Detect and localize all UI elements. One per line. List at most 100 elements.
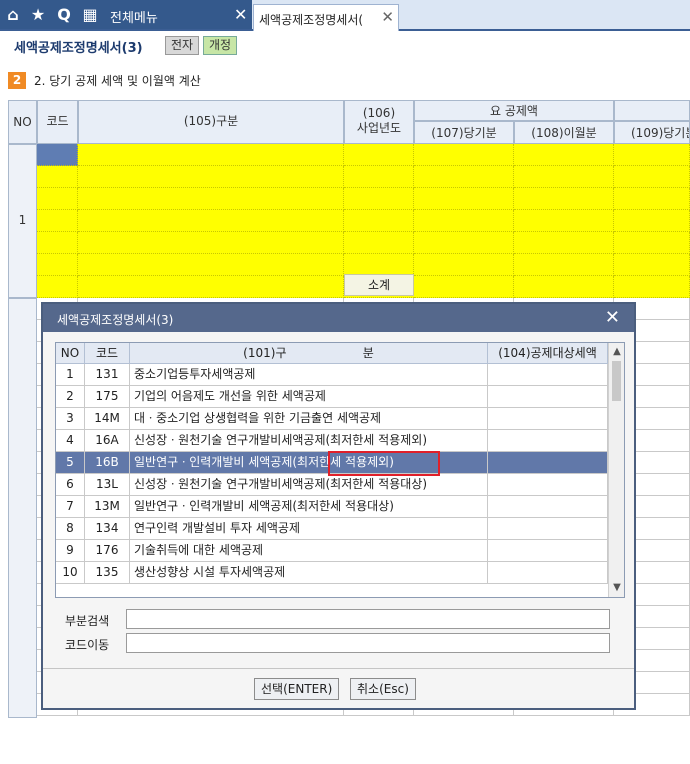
grid-cell[interactable] (37, 254, 78, 276)
grid-cell[interactable] (514, 210, 614, 232)
list-cell-no: 2 (56, 386, 85, 408)
grid-cell[interactable] (78, 232, 344, 254)
grid-cell[interactable] (514, 254, 614, 276)
partial-search-input[interactable] (126, 609, 610, 629)
header-current: (107)당기분 (414, 121, 514, 144)
list-cell-target (488, 540, 608, 562)
grid-cell[interactable] (344, 254, 414, 276)
list-scrollbar[interactable]: ▲ ▼ (608, 343, 624, 597)
grid-cell[interactable] (514, 276, 614, 298)
top-icon-bar: ⌂ ★ Q ▦ 전체메뉴 ✕ (0, 0, 252, 29)
header-deductible-group: 요 공제액 (414, 100, 614, 121)
grid-cell[interactable] (78, 188, 344, 210)
grid-cell[interactable] (614, 144, 690, 166)
list-cell-target (488, 562, 608, 584)
tab-close-icon[interactable]: ✕ (381, 8, 394, 26)
scroll-down-icon[interactable]: ▼ (609, 581, 625, 595)
grid-cell[interactable] (414, 276, 514, 298)
list-cell-code: 135 (85, 562, 130, 584)
grid-cell[interactable] (344, 166, 414, 188)
list-row[interactable]: 7 13M 일반연구ㆍ인력개발비 세액공제(최저한세 적용대상) (56, 496, 608, 518)
list-cell-code: 16A (85, 430, 130, 452)
select-button[interactable]: 선택(ENTER) (254, 678, 340, 700)
grid-cell[interactable] (414, 210, 514, 232)
grid-cell[interactable] (614, 188, 690, 210)
grid-cell[interactable] (37, 210, 78, 232)
all-menu-label[interactable]: 전체메뉴 (110, 7, 158, 26)
list-row[interactable]: 4 16A 신성장ㆍ원천기술 연구개발비세액공제(최저한세 적용제외) (56, 430, 608, 452)
grid-cell[interactable] (78, 144, 344, 166)
grid-cell[interactable] (78, 210, 344, 232)
grid-cell[interactable] (614, 276, 690, 298)
list-cell-target (488, 518, 608, 540)
grid-cell[interactable] (514, 232, 614, 254)
list-cell-target (488, 408, 608, 430)
header-year: (106) 사업년도 (344, 100, 414, 144)
grid-cell[interactable] (514, 166, 614, 188)
grid-cell[interactable] (37, 232, 78, 254)
grid-cell[interactable] (414, 166, 514, 188)
grid-cell[interactable] (414, 144, 514, 166)
grid-cell[interactable] (78, 166, 344, 188)
list-row[interactable]: 8 134 연구인력 개발설비 투자 세액공제 (56, 518, 608, 540)
scroll-up-icon[interactable]: ▲ (609, 345, 625, 359)
quick-search-icon[interactable]: Q (53, 4, 75, 26)
revision-button[interactable]: 개정 (203, 36, 238, 55)
list-cell-target (488, 474, 608, 496)
grid-cell[interactable] (344, 232, 414, 254)
header-year-top: (106) (362, 106, 396, 120)
list-cell-code: 14M (85, 408, 130, 430)
grid-cell[interactable] (37, 144, 78, 166)
grid-cell[interactable] (344, 144, 414, 166)
list-cell-target (488, 364, 608, 386)
scroll-thumb[interactable] (612, 361, 621, 401)
grid-cell[interactable] (78, 276, 344, 298)
grid-cell[interactable] (614, 166, 690, 188)
list-cell-name: 기업의 어음제도 개선을 위한 세액공제 (130, 386, 488, 408)
code-select-dialog: 세액공제조정명세서(3) ✕ NO 코드 (101)구 분 (104)공제대상세… (41, 302, 636, 710)
grid-cell[interactable] (37, 166, 78, 188)
code-jump-input[interactable] (126, 633, 610, 653)
list-cell-code: 134 (85, 518, 130, 540)
star-icon[interactable]: ★ (27, 4, 49, 26)
list-cell-no: 3 (56, 408, 85, 430)
header-type: (105)구분 (78, 100, 344, 144)
list-row[interactable]: 10 135 생산성향상 시설 투자세액공제 (56, 562, 608, 584)
list-row[interactable]: 1 131 중소기업등투자세액공제 (56, 364, 608, 386)
grid-cell[interactable] (37, 276, 78, 298)
grid-cell[interactable] (344, 188, 414, 210)
dialog-close-icon[interactable]: ✕ (605, 307, 620, 328)
grid-cell[interactable] (614, 254, 690, 276)
list-header-target: (104)공제대상세액 (488, 343, 608, 364)
grid-cell[interactable] (78, 254, 344, 276)
grid-cell[interactable] (414, 188, 514, 210)
menu-close-icon[interactable]: ✕ (234, 5, 247, 24)
calendar-icon[interactable]: ▦ (79, 4, 101, 26)
list-row[interactable]: 3 14M 대ㆍ중소기업 상생협력을 위한 기금출연 세액공제 (56, 408, 608, 430)
list-cell-name: 기술취득에 대한 세액공제 (130, 540, 488, 562)
tab-tax-credit[interactable]: 세액공제조정명세서( ✕ (253, 4, 399, 31)
cancel-button[interactable]: 취소(Esc) (350, 678, 416, 700)
list-row[interactable]: 9 176 기술취득에 대한 세액공제 (56, 540, 608, 562)
grid-cell[interactable] (344, 210, 414, 232)
list-row[interactable]: 6 13L 신성장ㆍ원천기술 연구개발비세액공제(최저한세 적용대상) (56, 474, 608, 496)
grid-cell[interactable] (514, 144, 614, 166)
grid-cell[interactable] (614, 232, 690, 254)
list-cell-code: 175 (85, 386, 130, 408)
grid-cell[interactable] (414, 232, 514, 254)
home-icon[interactable]: ⌂ (2, 4, 24, 26)
electronic-button[interactable]: 전자 (165, 36, 200, 55)
grid-cell[interactable] (37, 188, 78, 210)
grid-cell[interactable] (614, 210, 690, 232)
header-group-continued (614, 100, 690, 121)
grid-cell[interactable] (514, 188, 614, 210)
grid-cell[interactable] (414, 254, 514, 276)
top-bar: ⌂ ★ Q ▦ 전체메뉴 ✕ 세액공제조정명세서( ✕ (0, 0, 690, 31)
header-year-bottom: 사업년도 (356, 121, 402, 135)
list-row[interactable]: 2 175 기업의 어음제도 개선을 위한 세액공제 (56, 386, 608, 408)
section-header: 2 2. 당기 공제 세액 및 이월액 계산 (8, 72, 201, 89)
section-number-badge: 2 (8, 72, 26, 89)
list-cell-name: 생산성향상 시설 투자세액공제 (130, 562, 488, 584)
row-number: 1 (8, 144, 37, 298)
code-jump-label: 코드이동 (65, 638, 110, 652)
